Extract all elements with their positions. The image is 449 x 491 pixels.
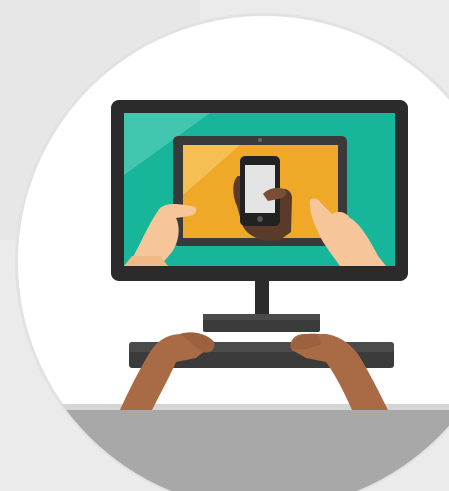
computer-use-illustration: [0, 0, 449, 491]
phone-screen: [245, 165, 275, 213]
monitor-base-top: [203, 314, 320, 320]
illustration-canvas: [0, 0, 449, 491]
tablet-camera: [258, 138, 262, 142]
monitor-neck: [255, 278, 269, 318]
phone-home-button: [257, 216, 263, 222]
